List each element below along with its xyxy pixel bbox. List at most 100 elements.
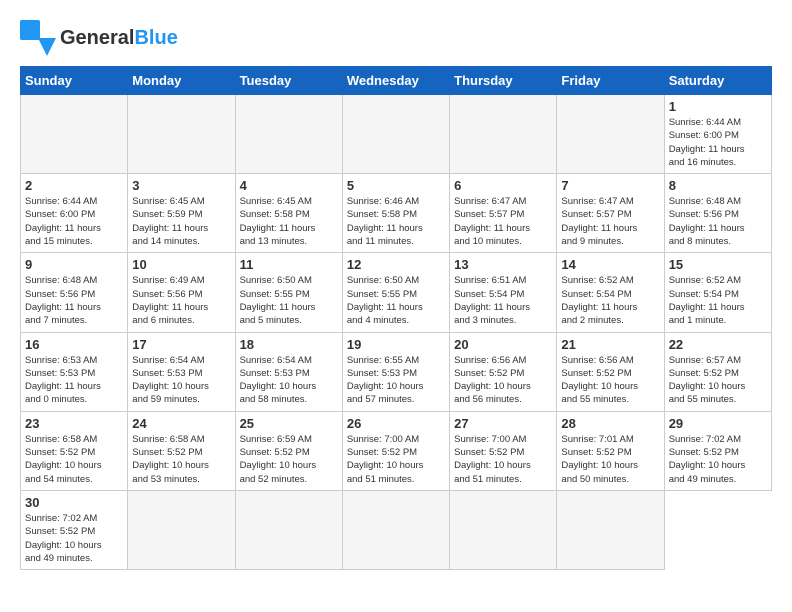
calendar-cell	[342, 95, 449, 174]
day-number: 7	[561, 178, 659, 193]
day-info: Sunrise: 7:00 AM Sunset: 5:52 PM Dayligh…	[454, 433, 552, 486]
calendar-cell: 9 Sunrise: 6:48 AM Sunset: 5:56 PM Daylig…	[21, 253, 128, 332]
day-number: 10	[132, 257, 230, 272]
day-number: 9	[25, 257, 123, 272]
day-info: Sunrise: 6:53 AM Sunset: 5:53 PM Dayligh…	[25, 354, 123, 407]
day-number: 11	[240, 257, 338, 272]
page-header: GeneralBlue	[20, 20, 772, 56]
day-info: Sunrise: 6:46 AM Sunset: 5:58 PM Dayligh…	[347, 195, 445, 248]
day-number: 1	[669, 99, 767, 114]
weekday-wednesday: Wednesday	[342, 67, 449, 95]
day-number: 16	[25, 337, 123, 352]
day-info: Sunrise: 6:44 AM Sunset: 6:00 PM Dayligh…	[669, 116, 767, 169]
weekday-friday: Friday	[557, 67, 664, 95]
day-number: 17	[132, 337, 230, 352]
calendar-cell: 29 Sunrise: 7:02 AM Sunset: 5:52 PM Dayli…	[664, 411, 771, 490]
calendar-cell: 17 Sunrise: 6:54 AM Sunset: 5:53 PM Dayli…	[128, 332, 235, 411]
day-number: 15	[669, 257, 767, 272]
calendar-cell: 6 Sunrise: 6:47 AM Sunset: 5:57 PM Daylig…	[450, 174, 557, 253]
calendar-cell	[342, 490, 449, 569]
day-info: Sunrise: 7:02 AM Sunset: 5:52 PM Dayligh…	[669, 433, 767, 486]
day-number: 4	[240, 178, 338, 193]
day-number: 2	[25, 178, 123, 193]
calendar-cell: 1 Sunrise: 6:44 AM Sunset: 6:00 PM Daylig…	[664, 95, 771, 174]
calendar-cell: 5 Sunrise: 6:46 AM Sunset: 5:58 PM Daylig…	[342, 174, 449, 253]
calendar-cell: 19Sunrise: 6:55 AM Sunset: 5:53 PM Dayli…	[342, 332, 449, 411]
day-info: Sunrise: 6:54 AM Sunset: 5:53 PM Dayligh…	[132, 354, 230, 407]
calendar-cell: 20 Sunrise: 6:56 AM Sunset: 5:52 PM Dayli…	[450, 332, 557, 411]
calendar-cell: 13 Sunrise: 6:51 AM Sunset: 5:54 PM Dayli…	[450, 253, 557, 332]
day-info: Sunrise: 6:51 AM Sunset: 5:54 PM Dayligh…	[454, 274, 552, 327]
calendar-cell: 18 Sunrise: 6:54 AM Sunset: 5:53 PM Dayli…	[235, 332, 342, 411]
weekday-saturday: Saturday	[664, 67, 771, 95]
calendar-row-3: 16 Sunrise: 6:53 AM Sunset: 5:53 PM Dayli…	[21, 332, 772, 411]
weekday-tuesday: Tuesday	[235, 67, 342, 95]
day-number: 5	[347, 178, 445, 193]
day-info: Sunrise: 6:48 AM Sunset: 5:56 PM Dayligh…	[25, 274, 123, 327]
calendar-cell: 12 Sunrise: 6:50 AM Sunset: 5:55 PM Dayli…	[342, 253, 449, 332]
calendar-cell: 28 Sunrise: 7:01 AM Sunset: 5:52 PM Dayli…	[557, 411, 664, 490]
calendar-cell	[557, 490, 664, 569]
day-number: 24	[132, 416, 230, 431]
day-number: 13	[454, 257, 552, 272]
calendar-cell	[557, 95, 664, 174]
calendar-cell: 2 Sunrise: 6:44 AM Sunset: 6:00 PM Daylig…	[21, 174, 128, 253]
day-info: Sunrise: 7:02 AM Sunset: 5:52 PM Dayligh…	[25, 512, 123, 565]
day-info: Sunrise: 7:01 AM Sunset: 5:52 PM Dayligh…	[561, 433, 659, 486]
calendar-cell: 15 Sunrise: 6:52 AM Sunset: 5:54 PM Dayli…	[664, 253, 771, 332]
day-info: Sunrise: 6:59 AM Sunset: 5:52 PM Dayligh…	[240, 433, 338, 486]
day-info: Sunrise: 6:52 AM Sunset: 5:54 PM Dayligh…	[669, 274, 767, 327]
day-info: Sunrise: 6:56 AM Sunset: 5:52 PM Dayligh…	[454, 354, 552, 407]
calendar-cell	[235, 95, 342, 174]
day-number: 8	[669, 178, 767, 193]
calendar-cell	[128, 95, 235, 174]
day-info: Sunrise: 6:52 AM Sunset: 5:54 PM Dayligh…	[561, 274, 659, 327]
day-number: 25	[240, 416, 338, 431]
day-info: Sunrise: 6:54 AM Sunset: 5:53 PM Dayligh…	[240, 354, 338, 407]
weekday-monday: Monday	[128, 67, 235, 95]
calendar-cell: 4Sunrise: 6:45 AM Sunset: 5:58 PM Daylig…	[235, 174, 342, 253]
calendar-row-4: 23 Sunrise: 6:58 AM Sunset: 5:52 PM Dayli…	[21, 411, 772, 490]
day-info: Sunrise: 6:50 AM Sunset: 5:55 PM Dayligh…	[347, 274, 445, 327]
calendar-cell	[128, 490, 235, 569]
day-info: Sunrise: 6:47 AM Sunset: 5:57 PM Dayligh…	[454, 195, 552, 248]
day-number: 18	[240, 337, 338, 352]
day-number: 28	[561, 416, 659, 431]
weekday-sunday: Sunday	[21, 67, 128, 95]
calendar-row-5: 30 Sunrise: 7:02 AM Sunset: 5:52 PM Dayli…	[21, 490, 772, 569]
day-info: Sunrise: 6:56 AM Sunset: 5:52 PM Dayligh…	[561, 354, 659, 407]
day-number: 22	[669, 337, 767, 352]
day-number: 19	[347, 337, 445, 352]
day-info: Sunrise: 6:48 AM Sunset: 5:56 PM Dayligh…	[669, 195, 767, 248]
day-number: 21	[561, 337, 659, 352]
calendar-row-2: 9 Sunrise: 6:48 AM Sunset: 5:56 PM Daylig…	[21, 253, 772, 332]
calendar-cell: 23 Sunrise: 6:58 AM Sunset: 5:52 PM Dayli…	[21, 411, 128, 490]
day-number: 12	[347, 257, 445, 272]
day-number: 30	[25, 495, 123, 510]
day-number: 29	[669, 416, 767, 431]
calendar-cell: 3Sunrise: 6:45 AM Sunset: 5:59 PM Daylig…	[128, 174, 235, 253]
calendar-cell: 21 Sunrise: 6:56 AM Sunset: 5:52 PM Dayli…	[557, 332, 664, 411]
day-number: 23	[25, 416, 123, 431]
day-number: 27	[454, 416, 552, 431]
calendar-cell: 8 Sunrise: 6:48 AM Sunset: 5:56 PM Daylig…	[664, 174, 771, 253]
weekday-thursday: Thursday	[450, 67, 557, 95]
day-info: Sunrise: 6:45 AM Sunset: 5:59 PM Dayligh…	[132, 195, 230, 248]
day-info: Sunrise: 6:44 AM Sunset: 6:00 PM Dayligh…	[25, 195, 123, 248]
calendar-cell	[450, 95, 557, 174]
calendar-cell: 27 Sunrise: 7:00 AM Sunset: 5:52 PM Dayli…	[450, 411, 557, 490]
day-info: Sunrise: 6:49 AM Sunset: 5:56 PM Dayligh…	[132, 274, 230, 327]
calendar-cell: 14Sunrise: 6:52 AM Sunset: 5:54 PM Dayli…	[557, 253, 664, 332]
calendar-cell: 11Sunrise: 6:50 AM Sunset: 5:55 PM Dayli…	[235, 253, 342, 332]
calendar-cell: 25 Sunrise: 6:59 AM Sunset: 5:52 PM Dayli…	[235, 411, 342, 490]
day-info: Sunrise: 6:47 AM Sunset: 5:57 PM Dayligh…	[561, 195, 659, 248]
calendar-cell	[21, 95, 128, 174]
calendar-cell: 7 Sunrise: 6:47 AM Sunset: 5:57 PM Daylig…	[557, 174, 664, 253]
calendar-cell	[450, 490, 557, 569]
day-number: 26	[347, 416, 445, 431]
day-number: 6	[454, 178, 552, 193]
day-info: Sunrise: 6:58 AM Sunset: 5:52 PM Dayligh…	[25, 433, 123, 486]
day-info: Sunrise: 7:00 AM Sunset: 5:52 PM Dayligh…	[347, 433, 445, 486]
day-number: 20	[454, 337, 552, 352]
calendar-cell: 22Sunrise: 6:57 AM Sunset: 5:52 PM Dayli…	[664, 332, 771, 411]
